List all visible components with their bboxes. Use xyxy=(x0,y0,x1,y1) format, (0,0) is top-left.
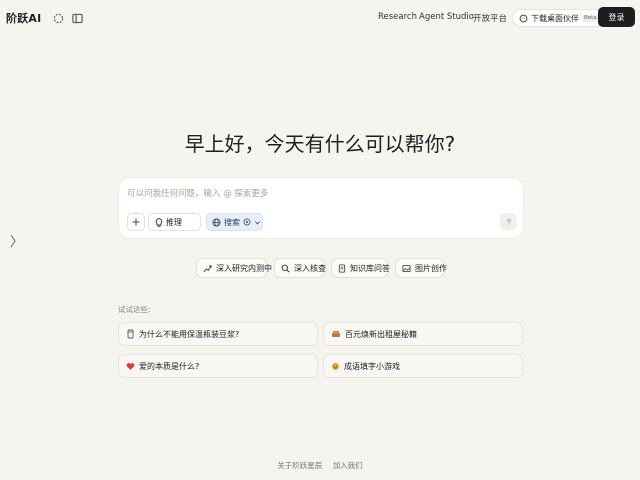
suggestion-item[interactable]: 成语填字小游戏 xyxy=(323,354,523,378)
logo: 阶跃AI xyxy=(6,12,42,25)
send-button[interactable] xyxy=(500,213,517,230)
web-search-label: 搜索 xyxy=(224,217,240,227)
download-label: 下载桌面伙伴 xyxy=(531,13,579,23)
feature-knowledge-base[interactable]: 知识库问答 xyxy=(331,258,390,278)
document-icon xyxy=(338,263,346,273)
globe-icon xyxy=(212,217,221,227)
greeting-title: 早上好，今天有什么可以帮你? xyxy=(184,132,456,156)
chevron-down-icon[interactable] xyxy=(254,219,261,226)
nav-research[interactable]: Research xyxy=(378,12,417,22)
nav-agent-studio[interactable]: Agent Studio xyxy=(419,12,474,22)
suggestion-label: 爱的本质是什么? xyxy=(139,361,200,371)
try-these-label: 试试这些: xyxy=(118,305,151,314)
suggestion-item[interactable]: 为什么不能用保温瓶装豆浆? xyxy=(118,322,318,346)
lightbulb-icon xyxy=(155,217,163,227)
loading-spinner-icon[interactable] xyxy=(51,11,65,25)
header: 阶跃AI Research Agent Studio 开放平台 下载桌面伙伴 B… xyxy=(0,0,640,36)
footer-link-join[interactable]: 加入我们 xyxy=(333,461,363,470)
arrow-up-icon xyxy=(505,217,513,226)
expand-sidebar-icon[interactable] xyxy=(10,234,16,248)
plus-icon xyxy=(132,218,140,226)
search-engine-icon xyxy=(243,218,251,226)
desktop-companion-icon xyxy=(519,14,528,23)
game-icon xyxy=(331,362,340,371)
feature-deep-research[interactable]: 深入研究内测中 xyxy=(196,258,272,278)
add-attachment-button[interactable] xyxy=(127,213,145,231)
web-search-toggle-button[interactable]: 搜索 xyxy=(206,213,263,231)
feature-label: 图片创作 xyxy=(415,263,447,273)
feature-label: 知识库问答 xyxy=(350,263,390,273)
sidebar-panel-icon[interactable] xyxy=(70,11,84,25)
research-icon xyxy=(203,264,212,273)
chat-box: 推理 搜索 xyxy=(118,177,524,239)
footer-link-about[interactable]: 关于阶跃星辰 xyxy=(277,461,322,470)
suggestion-item[interactable]: 爱的本质是什么? xyxy=(118,354,318,378)
feature-label: 深入研究内测中 xyxy=(216,263,272,273)
chat-input[interactable] xyxy=(127,187,507,201)
suggestion-label: 为什么不能用保温瓶装豆浆? xyxy=(139,329,240,339)
suggestion-item[interactable]: 百元焕新出租屋秘籍 xyxy=(323,322,523,346)
magnifier-icon xyxy=(281,264,290,273)
feature-image-creation[interactable]: 图片创作 xyxy=(395,258,447,278)
page: 阶跃AI Research Agent Studio 开放平台 下载桌面伙伴 B… xyxy=(0,0,640,480)
login-button[interactable]: 登录 xyxy=(598,7,635,27)
cup-icon xyxy=(126,329,135,339)
nav-open-platform[interactable]: 开放平台 xyxy=(473,12,507,24)
download-desktop-button[interactable]: 下载桌面伙伴 Beta xyxy=(512,9,606,27)
feature-deep-verify[interactable]: 深入核查 xyxy=(274,258,326,278)
feature-label: 深入核查 xyxy=(294,263,326,273)
heart-icon xyxy=(126,362,135,371)
sofa-icon xyxy=(331,330,341,339)
reasoning-toggle-button[interactable]: 推理 xyxy=(148,213,223,231)
reasoning-label: 推理 xyxy=(166,217,182,227)
footer: 关于阶跃星辰 加入我们 xyxy=(0,460,640,471)
suggestion-label: 成语填字小游戏 xyxy=(344,361,400,371)
suggestion-label: 百元焕新出租屋秘籍 xyxy=(345,329,417,339)
beta-badge: Beta xyxy=(582,14,599,22)
image-icon xyxy=(402,264,411,273)
